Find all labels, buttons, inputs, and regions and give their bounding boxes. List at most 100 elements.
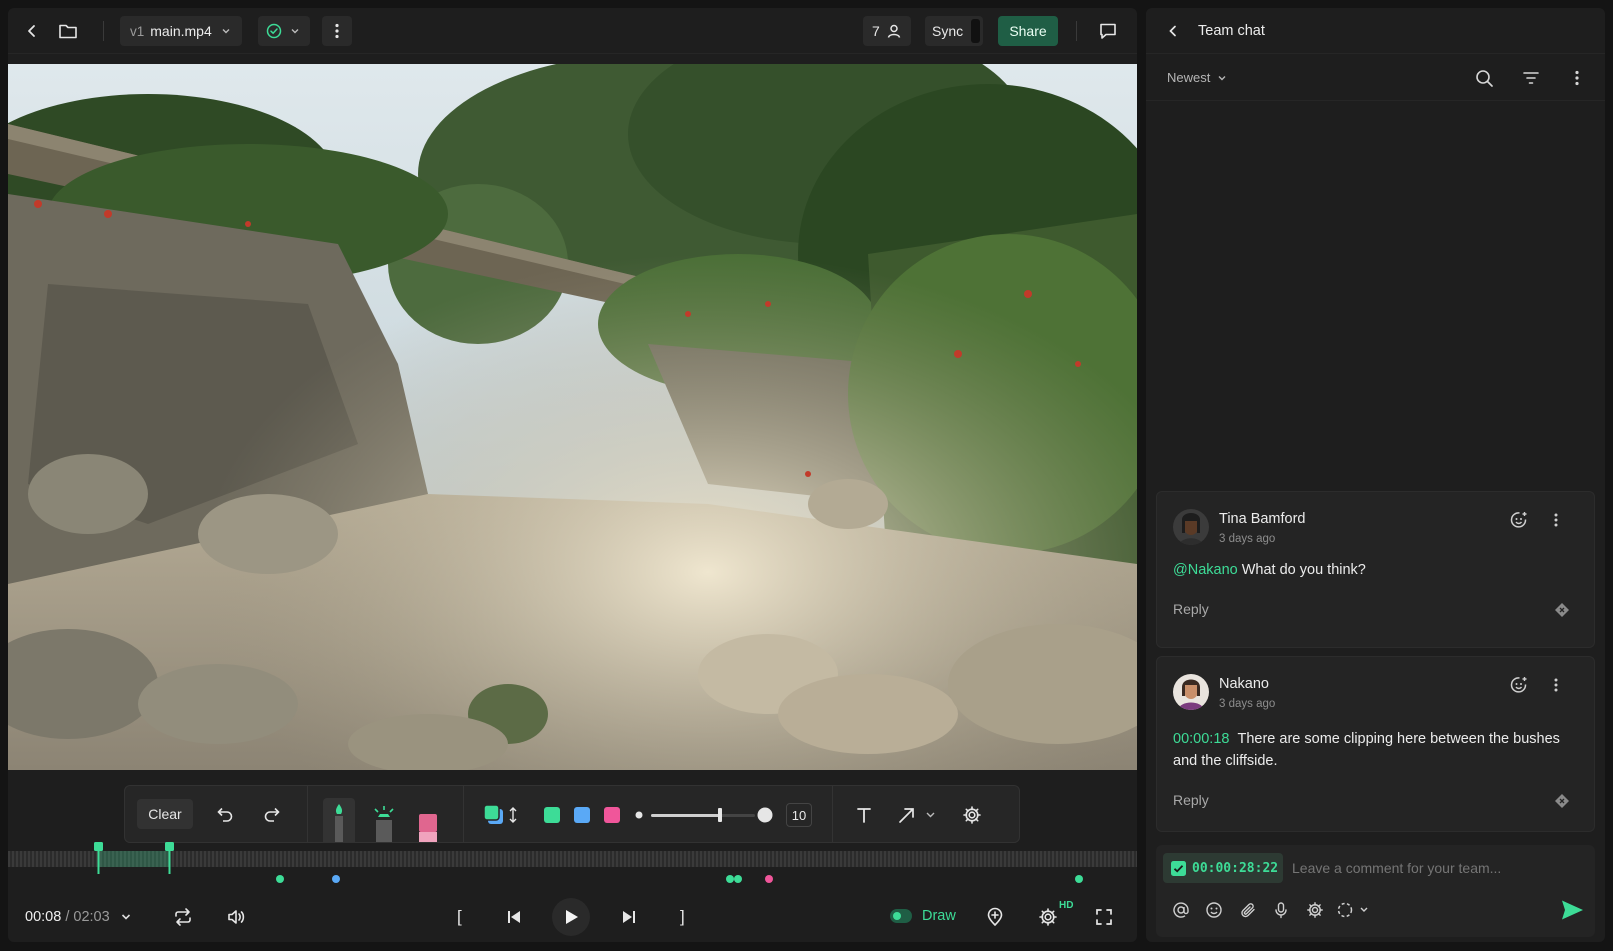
color-swap-button[interactable] [483,803,517,827]
eraser-tool-button[interactable] [419,814,437,842]
reply-button[interactable]: Reply [1173,792,1209,808]
attach-button[interactable] [1237,899,1259,921]
chat-back-button[interactable] [1162,20,1184,42]
comment-mention[interactable]: @Nakano [1173,562,1238,578]
more-options-button[interactable] [322,16,352,46]
color-swatch-blue[interactable] [574,807,590,823]
composer-settings-button[interactable] [1304,899,1326,921]
eraser-icon [419,814,437,842]
handle-marker [165,842,174,874]
comment-marker[interactable] [734,875,742,883]
comment-input[interactable] [1292,853,1582,883]
previous-frame-button[interactable] [502,905,526,929]
status-select[interactable] [1336,899,1374,921]
divider [307,786,308,842]
comment-marker[interactable] [332,875,340,883]
comment-timestamp[interactable]: 00:00:18 [1173,731,1229,747]
range-in-handle[interactable] [94,842,103,874]
mention-button[interactable] [1170,899,1192,921]
comment-body: 00:00:18 There are some clipping here be… [1173,728,1578,772]
comment-more-button[interactable] [1544,508,1568,532]
play-button[interactable] [552,898,590,936]
redo-button[interactable] [260,803,284,827]
check-circle-icon [266,23,282,39]
undo-icon [217,807,233,822]
diamond-icon [1555,794,1569,808]
mark-out-button[interactable]: ] [680,907,685,927]
share-button[interactable]: Share [998,16,1058,46]
time-display[interactable]: 00:08 / 02:03 [25,909,132,925]
timeline-scrubber[interactable] [8,851,1137,867]
add-marker-button[interactable] [983,905,1007,929]
sync-toggle[interactable]: Sync [925,16,983,46]
redo-icon [264,807,280,822]
resolve-button[interactable] [1553,792,1571,810]
add-reaction-button[interactable] [1507,508,1531,532]
text-tool-button[interactable] [852,803,876,827]
add-reaction-button[interactable] [1507,673,1531,697]
comment-time: 3 days ago [1219,533,1276,545]
diamond-icon [1555,603,1569,617]
next-frame-button[interactable] [617,905,641,929]
at-sign-icon [1173,902,1189,918]
divider [832,786,833,842]
fullscreen-icon [1096,909,1112,925]
comment-marker[interactable] [1075,875,1083,883]
comment-more-button[interactable] [1544,673,1568,697]
highlighter-icon [374,806,394,842]
comment-marker[interactable] [726,875,734,883]
brush-size-track [635,807,773,823]
comment-author: Tina Bamford [1219,511,1306,527]
comment-card: Nakano 3 days ago 00:00:18 There are som… [1156,656,1595,832]
chevron-left-icon [28,25,35,37]
sort-dropdown[interactable]: Newest [1167,70,1227,85]
comment-text: There are some clipping here between the… [1173,731,1560,769]
reply-button[interactable]: Reply [1173,601,1209,617]
repeat-icon [175,908,191,926]
color-swatch-green[interactable] [544,807,560,823]
chat-more-button[interactable] [1565,66,1589,90]
toggle-chat-button[interactable] [1096,19,1120,43]
more-vertical-icon [335,23,339,39]
highlighter-tool-button[interactable] [371,804,397,842]
brush-size-slider[interactable] [634,803,774,827]
chevron-down-icon [291,29,299,34]
back-button[interactable] [20,19,44,43]
video-frame[interactable] [8,64,1137,770]
drawing-settings-button[interactable] [960,803,984,827]
fullscreen-button[interactable] [1092,905,1116,929]
voice-button[interactable] [1270,899,1292,921]
current-time: 00:08 [25,909,62,925]
comment-marker[interactable] [276,875,284,883]
status-dropdown[interactable] [258,16,310,46]
send-button[interactable] [1558,896,1586,924]
comment-marker[interactable] [765,875,773,883]
folder-button[interactable] [56,19,80,43]
search-button[interactable] [1472,66,1496,90]
version-file-dropdown[interactable]: v1 main.mp4 [120,16,242,46]
draw-toggle[interactable]: Draw [890,908,956,924]
timecode-toggle[interactable]: 00:00:28:22 [1163,853,1283,883]
volume-button[interactable] [224,905,248,929]
smile-icon [1206,902,1222,918]
clear-button[interactable]: Clear [137,799,193,829]
mark-in-button[interactable]: [ [457,907,462,927]
quality-settings-button[interactable] [1036,905,1060,929]
avatar-photo [1173,509,1209,545]
brush-size-value[interactable]: 10 [786,803,812,827]
skip-back-icon [508,911,520,923]
loop-button[interactable] [171,905,195,929]
composer-timecode: 00:00:28:22 [1192,860,1279,876]
chat-panel: Team chat Newest Tina Bamford 3 days ago [1146,8,1605,942]
range-out-handle[interactable] [165,842,174,874]
viewers-button[interactable]: 7 [863,16,911,46]
chevron-down-icon [121,914,130,920]
undo-button[interactable] [213,803,237,827]
resolve-button[interactable] [1553,601,1571,619]
emoji-button[interactable] [1203,899,1225,921]
arrow-tool-dropdown[interactable] [897,803,941,827]
user-icon [887,24,901,38]
color-swatch-pink[interactable] [604,807,620,823]
filter-button[interactable] [1519,66,1543,90]
pen-tool-button[interactable] [323,798,355,842]
